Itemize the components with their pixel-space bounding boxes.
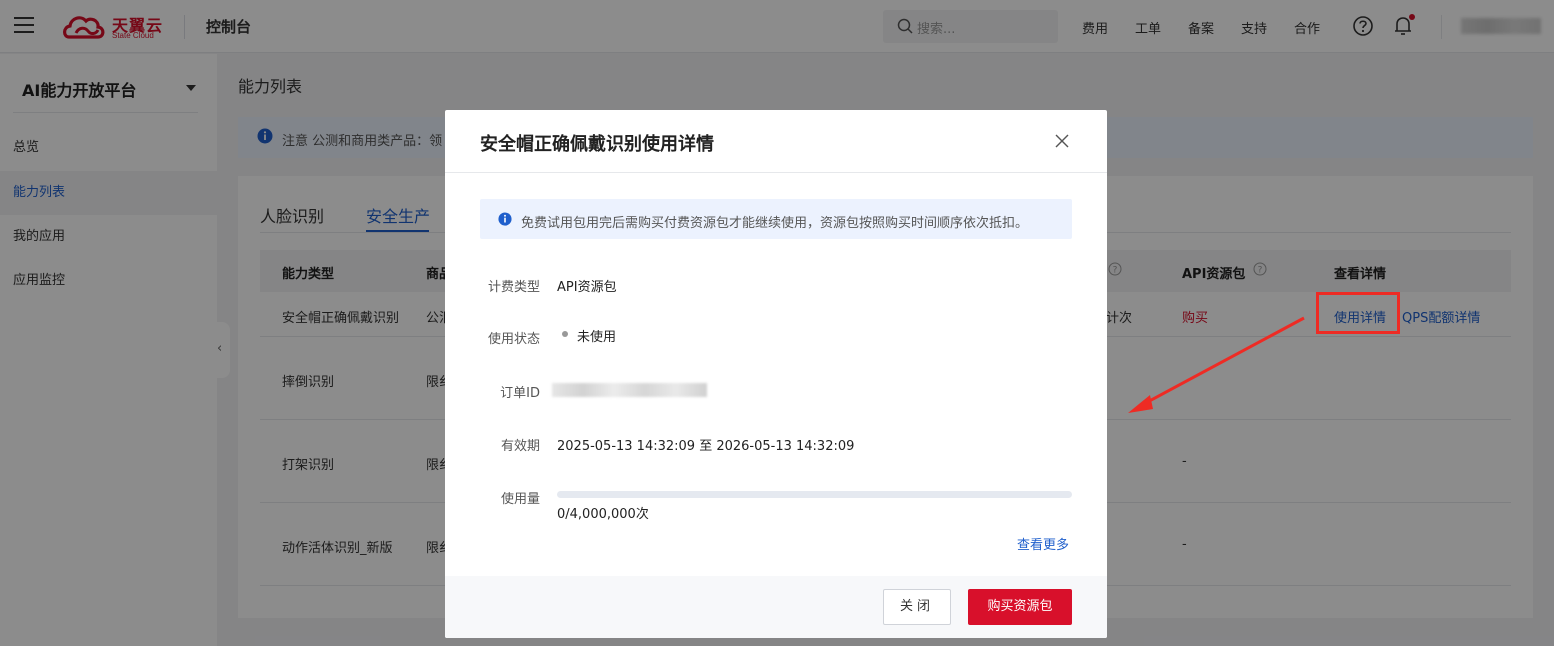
annotation-arrow xyxy=(1128,316,1305,413)
annotation-highlight-box xyxy=(1316,292,1400,334)
dialog-alert: 免费试用包用完后需购买付费资源包才能继续使用，资源包按照购买时间顺序依次抵扣。 xyxy=(480,199,1072,239)
usage-details-dialog: 安全帽正确佩戴识别使用详情 免费试用包用完后需购买付费资源包才能继续使用，资源包… xyxy=(445,110,1107,638)
validity-label: 有效期 xyxy=(500,439,540,454)
close-button[interactable]: 关闭 xyxy=(883,589,951,625)
info-icon xyxy=(498,212,512,226)
usage-status-value: 未使用 xyxy=(577,330,617,345)
validity-value: 2025-05-13 14:32:09 至 2026-05-13 14:32:0… xyxy=(557,439,855,454)
alert-text: 免费试用包用完后需购买付费资源包才能继续使用，资源包按照购买时间顺序依次抵扣。 xyxy=(521,216,1029,231)
usage-value: 0/4,000,000次 xyxy=(557,507,649,522)
usage-progress-bar xyxy=(557,491,1072,498)
dialog-title: 安全帽正确佩戴识别使用详情 xyxy=(480,134,714,155)
close-icon[interactable] xyxy=(1055,134,1069,148)
order-id-redacted xyxy=(552,383,707,397)
usage-label: 使用量 xyxy=(500,492,540,507)
billing-type-label: 计费类型 xyxy=(487,280,540,295)
dialog-header-divider xyxy=(445,172,1107,173)
buy-package-button[interactable]: 购买资源包 xyxy=(968,589,1072,625)
dialog-footer: 关闭 购买资源包 xyxy=(445,576,1107,638)
billing-type-value: API资源包 xyxy=(557,280,617,295)
view-more-link[interactable]: 查看更多 xyxy=(1017,534,1069,553)
usage-status-label: 使用状态 xyxy=(487,332,540,347)
order-id-label: 订单ID xyxy=(500,386,540,401)
status-dot xyxy=(562,331,568,337)
